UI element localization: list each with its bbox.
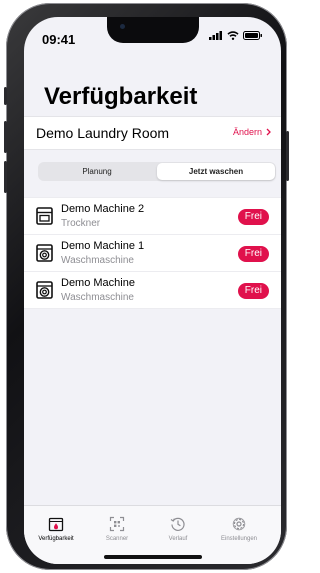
machine-name: Demo Machine <box>61 277 135 289</box>
segment-planung[interactable]: Planung <box>38 162 156 181</box>
silent-switch <box>4 87 7 105</box>
gear-icon <box>232 517 246 531</box>
wifi-icon <box>227 31 239 40</box>
chevron-right-icon <box>266 128 271 136</box>
tab-label: Scanner <box>105 536 129 542</box>
machine-row[interactable]: Demo Machine Waschmaschine Frei <box>24 272 281 308</box>
tab-label: Einstellungen <box>220 536 258 542</box>
page-title: Verfügbarkeit <box>44 83 198 110</box>
phone-frame: 09:41 Verfügbarkeit Demo Laundry Room Än… <box>4 3 289 570</box>
home-indicator <box>104 555 202 559</box>
washing-machine-icon <box>36 244 53 262</box>
machine-name: Demo Machine 1 <box>61 240 145 252</box>
status-badge: Frei <box>237 246 269 262</box>
volume-up-button <box>4 121 7 153</box>
tab-verlauf[interactable]: Verlauf <box>146 516 210 542</box>
notch <box>107 17 199 43</box>
machine-type: Waschmaschine <box>61 292 134 303</box>
status-time: 09:41 <box>42 32 76 47</box>
tab-einstellungen[interactable]: Einstellungen <box>207 516 271 542</box>
machine-row[interactable]: Demo Machine 2 Trockner Frei <box>24 198 281 235</box>
dryer-icon <box>36 207 53 225</box>
machine-name: Demo Machine 2 <box>61 203 145 215</box>
tab-bar: Verfügbarkeit Scanner Verlauf Einstellun… <box>24 505 281 564</box>
segment-jetzt-waschen[interactable]: Jetzt waschen <box>157 163 275 180</box>
segmented-control: Planung Jetzt waschen <box>38 162 276 181</box>
change-room-label: Ändern <box>232 127 262 137</box>
volume-down-button <box>4 161 7 193</box>
room-name: Demo Laundry Room <box>36 125 170 141</box>
status-badge: Frei <box>237 283 269 299</box>
tab-verfuegbarkeit[interactable]: Verfügbarkeit <box>24 516 88 542</box>
signal-icon <box>209 31 222 40</box>
camera-icon <box>120 24 125 29</box>
battery-icon <box>243 31 262 40</box>
laundry-room-row: Demo Laundry Room Ändern <box>24 116 281 150</box>
status-icons <box>209 31 263 40</box>
machine-type: Waschmaschine <box>61 255 134 266</box>
history-icon <box>170 517 185 531</box>
machine-type: Trockner <box>61 218 101 229</box>
tab-scanner[interactable]: Scanner <box>85 516 149 542</box>
availability-icon <box>48 517 64 532</box>
tab-label: Verfügbarkeit <box>38 536 74 542</box>
qr-scanner-icon <box>109 516 125 532</box>
machine-row[interactable]: Demo Machine 1 Waschmaschine Frei <box>24 235 281 272</box>
change-room-button[interactable]: Ändern <box>233 127 271 137</box>
power-button <box>286 131 289 181</box>
status-badge: Frei <box>237 209 269 225</box>
app-screen: 09:41 Verfügbarkeit Demo Laundry Room Än… <box>24 17 281 564</box>
machine-list: Demo Machine 2 Trockner Frei Demo Machin… <box>24 197 281 309</box>
tab-label: Verlauf <box>168 536 188 542</box>
washing-machine-icon <box>36 281 53 299</box>
